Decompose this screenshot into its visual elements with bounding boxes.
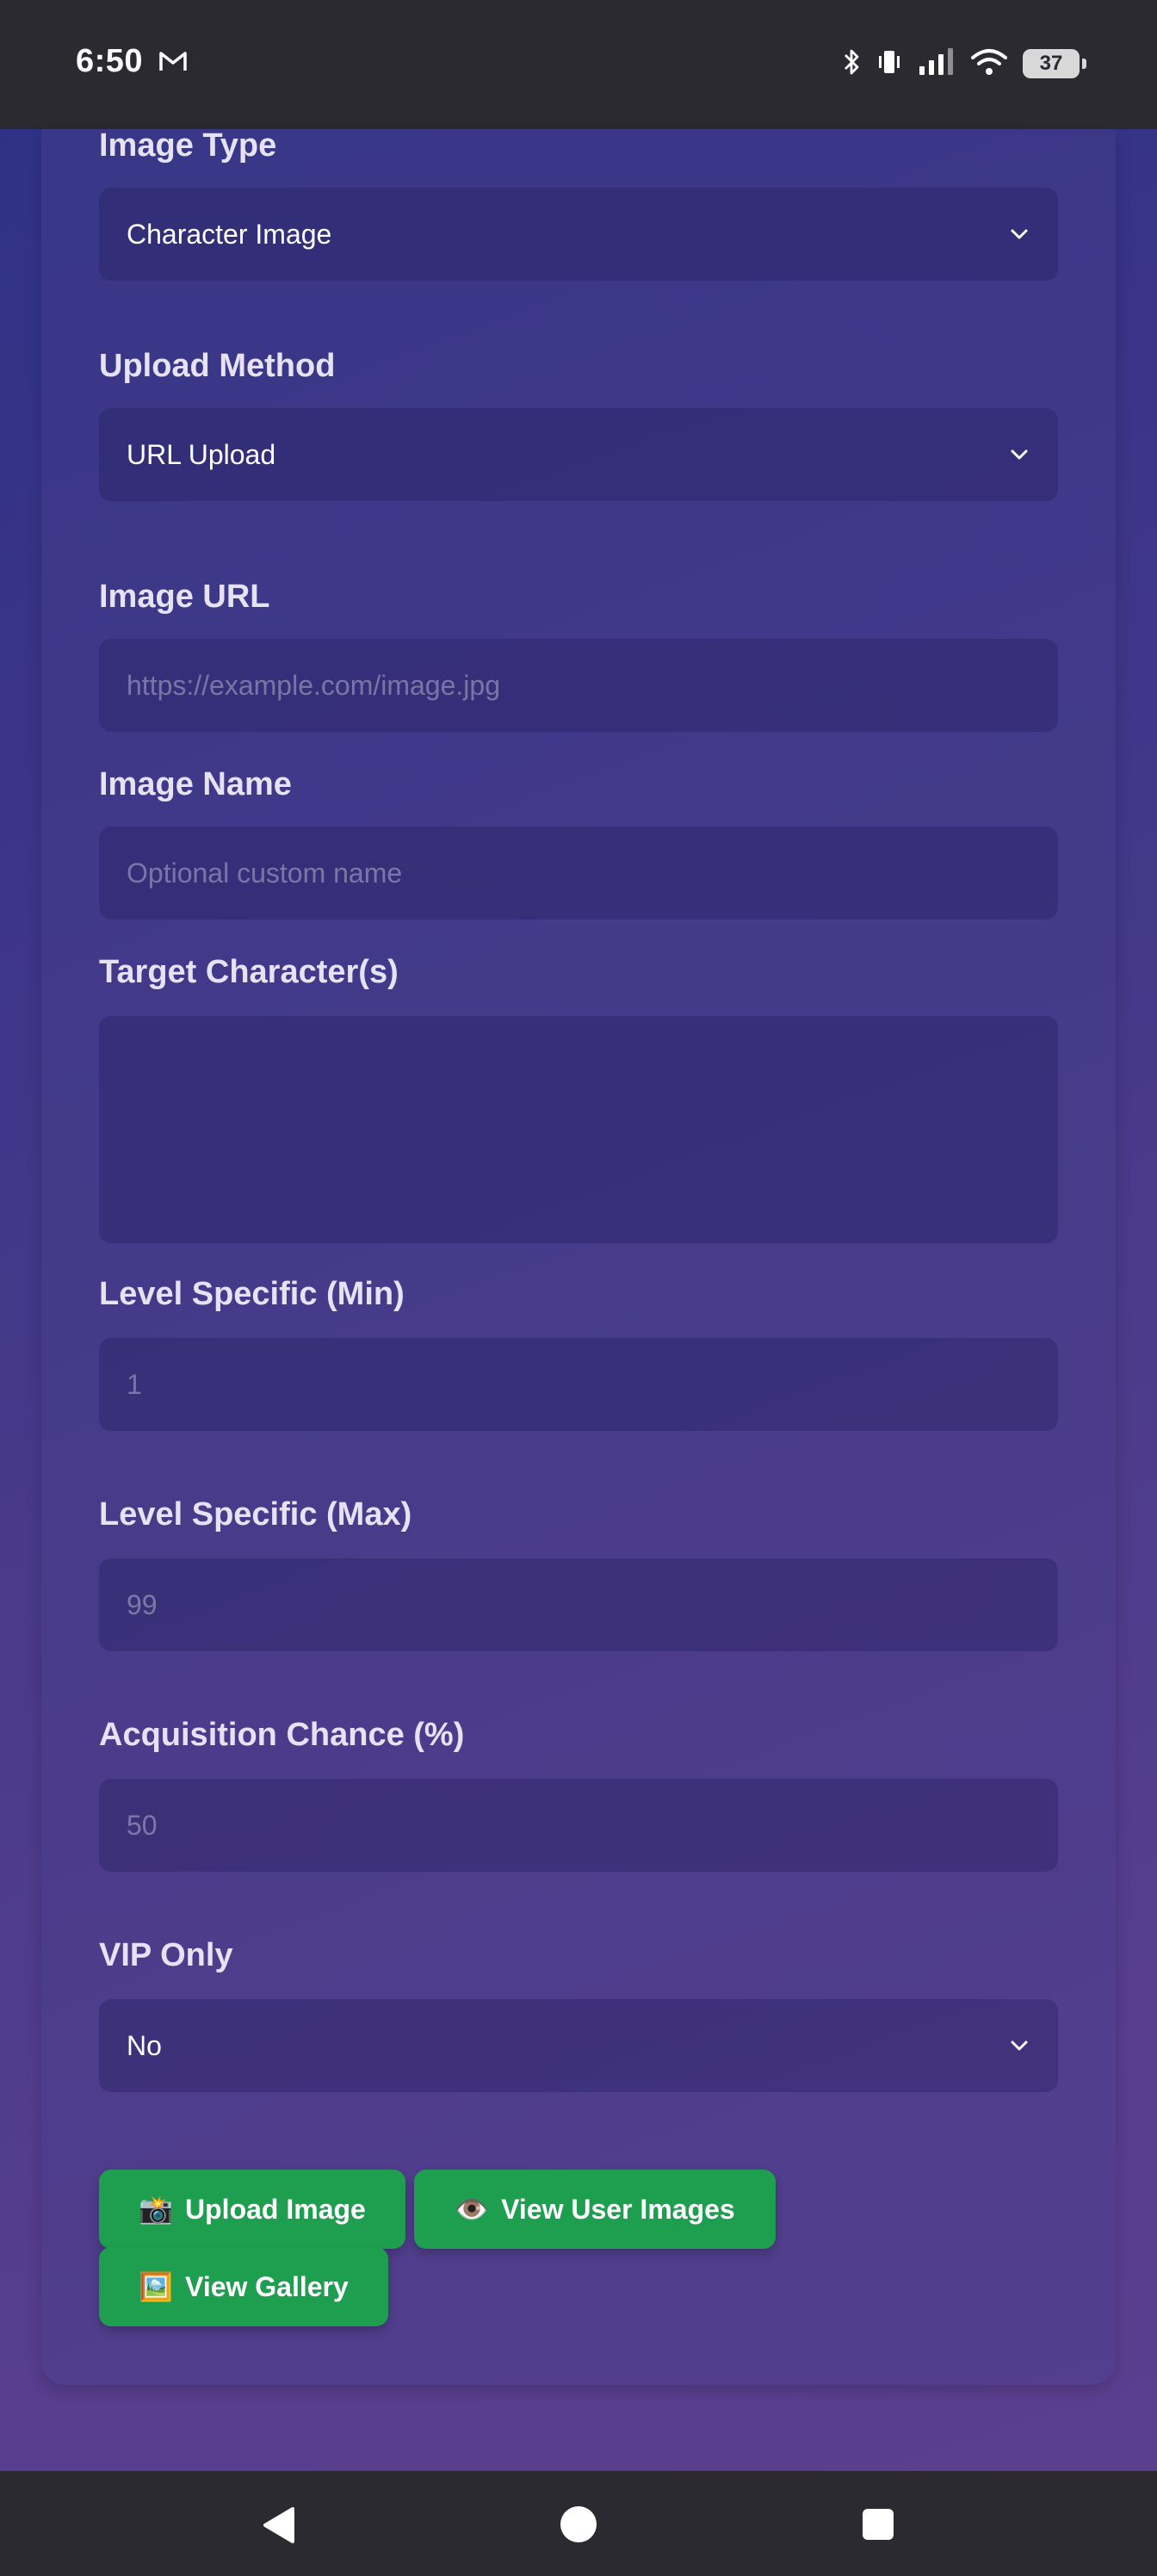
camera-flash-icon: 📸 bbox=[139, 2194, 174, 2225]
view-gallery-label: View Gallery bbox=[185, 2270, 349, 2302]
level-max-label: Level Specific (Max) bbox=[99, 1496, 412, 1533]
image-type-label: Image Type bbox=[99, 127, 277, 164]
status-bar: 6:50 37 bbox=[0, 0, 1157, 129]
target-characters-textarea[interactable] bbox=[99, 1016, 1058, 1243]
image-url-input[interactable]: https://example.com/image.jpg bbox=[99, 639, 1058, 732]
level-min-label: Level Specific (Min) bbox=[99, 1276, 405, 1312]
vip-only-select[interactable]: No bbox=[99, 1999, 1058, 2092]
image-name-label: Image Name bbox=[99, 766, 292, 802]
level-max-input[interactable]: 99 bbox=[99, 1558, 1058, 1651]
vip-only-value: No bbox=[127, 2029, 162, 2061]
view-gallery-button[interactable]: 🖼️ View Gallery bbox=[99, 2247, 388, 2326]
status-time: 6:50 bbox=[76, 43, 144, 79]
image-url-placeholder: https://example.com/image.jpg bbox=[127, 669, 500, 701]
vip-only-label: VIP Only bbox=[99, 1937, 233, 1973]
upload-method-value: URL Upload bbox=[127, 438, 276, 470]
level-min-input[interactable]: 1 bbox=[99, 1338, 1058, 1431]
back-icon[interactable] bbox=[258, 2505, 298, 2549]
upload-method-select[interactable]: URL Upload bbox=[99, 408, 1058, 501]
image-url-label: Image URL bbox=[99, 579, 270, 615]
view-user-images-button[interactable]: 👁️ View User Images bbox=[414, 2170, 776, 2249]
status-icons: 37 bbox=[842, 46, 1086, 81]
acquisition-chance-input[interactable]: 50 bbox=[99, 1779, 1058, 1872]
image-type-select[interactable]: Character Image bbox=[99, 188, 1058, 281]
image-name-placeholder: Optional custom name bbox=[127, 857, 403, 889]
gmail-icon bbox=[158, 50, 188, 77]
level-min-placeholder: 1 bbox=[127, 1368, 142, 1400]
chevron-down-icon bbox=[1008, 2034, 1030, 2057]
upload-method-label: Upload Method bbox=[99, 348, 336, 384]
signal-icon bbox=[918, 47, 956, 81]
wifi-icon bbox=[971, 48, 1007, 80]
chevron-down-icon bbox=[1008, 443, 1030, 466]
level-max-placeholder: 99 bbox=[127, 1588, 158, 1620]
recents-icon[interactable] bbox=[861, 2507, 895, 2546]
image-type-value: Character Image bbox=[127, 218, 332, 250]
eye-icon: 👁️ bbox=[455, 2194, 490, 2225]
target-characters-label: Target Character(s) bbox=[99, 954, 399, 990]
battery-icon: 37 bbox=[1023, 49, 1086, 78]
view-user-images-label: View User Images bbox=[501, 2193, 735, 2225]
acquisition-chance-placeholder: 50 bbox=[127, 1809, 158, 1841]
image-name-input[interactable]: Optional custom name bbox=[99, 827, 1058, 920]
acquisition-chance-label: Acquisition Chance (%) bbox=[99, 1717, 465, 1753]
battery-level: 37 bbox=[1039, 52, 1063, 75]
chevron-down-icon bbox=[1008, 223, 1030, 245]
upload-image-button[interactable]: 📸 Upload Image bbox=[99, 2170, 405, 2249]
upload-image-label: Upload Image bbox=[185, 2193, 366, 2225]
bluetooth-icon bbox=[842, 47, 861, 81]
vibrate-icon bbox=[876, 48, 902, 80]
framed-picture-icon: 🖼️ bbox=[139, 2271, 174, 2302]
navigation-bar bbox=[0, 2471, 1157, 2576]
home-icon[interactable] bbox=[560, 2505, 597, 2548]
